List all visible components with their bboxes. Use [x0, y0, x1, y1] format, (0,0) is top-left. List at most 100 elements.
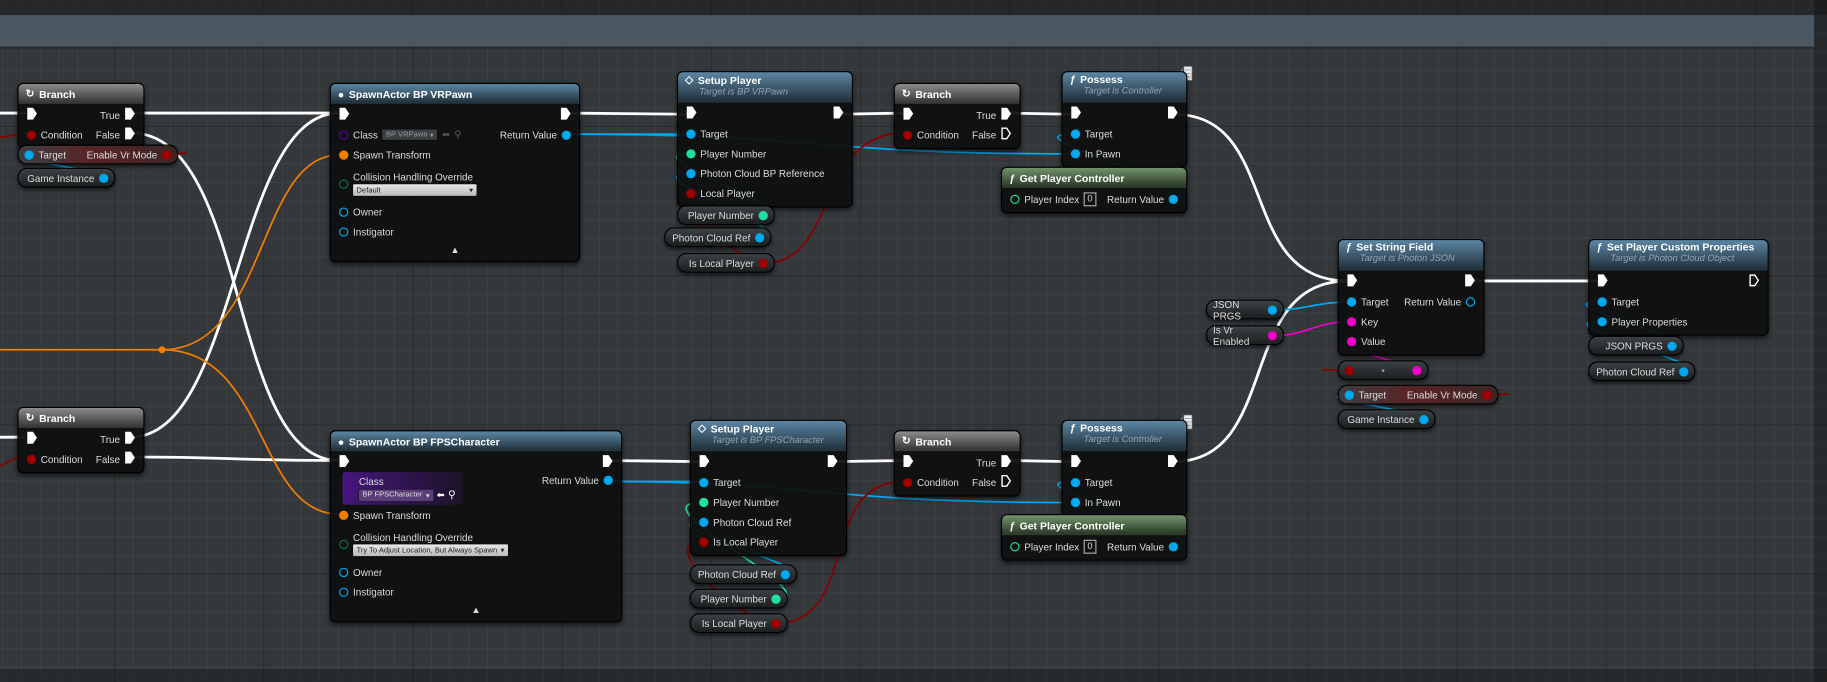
variable-set-setter-right[interactable]: Target Enable Vr Mode — [1337, 384, 1499, 405]
class-pin[interactable] — [344, 483, 355, 494]
exec-pin[interactable] — [903, 455, 914, 470]
class-pin[interactable] — [339, 129, 349, 140]
conversion-node-conv[interactable]: • — [1337, 360, 1429, 381]
exec-pin[interactable] — [827, 455, 838, 470]
variable-get-fps-pcr[interactable]: Photon Cloud Ref — [689, 564, 797, 585]
object-pin[interactable] — [686, 128, 696, 139]
object-pin[interactable] — [1070, 148, 1081, 158]
object-pin[interactable] — [1344, 389, 1354, 400]
enum-pin[interactable] — [339, 539, 349, 549]
exec-pin[interactable] — [1749, 274, 1760, 289]
exec-wire[interactable] — [566, 111, 689, 116]
transform-wire[interactable] — [161, 154, 340, 351]
object-pin[interactable] — [339, 226, 349, 237]
node-set-string[interactable]: ƒ Set String Field Target is Photon JSON Ta… — [1337, 238, 1485, 356]
string-pin[interactable] — [1412, 365, 1422, 375]
bool-pin[interactable] — [686, 188, 696, 198]
class-dropdown[interactable]: BP FPSCharacter ▾ — [358, 489, 434, 501]
exec-pin[interactable] — [1071, 455, 1081, 470]
class-dropdown[interactable]: BP VRPawn ▾ — [382, 129, 438, 140]
exec-pin[interactable] — [1465, 274, 1475, 289]
node-possess-vr[interactable]: ƒ Possess Target is Controller Target In Paw… — [1061, 71, 1188, 168]
exec-pin[interactable] — [686, 106, 697, 121]
node-possess-fps[interactable]: ƒ Possess Target is Controller Target In Paw… — [1061, 419, 1188, 517]
int-pin[interactable] — [1010, 194, 1020, 204]
node-header[interactable]: ◇ Setup Player Target is BP VRPawn — [678, 72, 852, 103]
int-pin[interactable] — [771, 593, 781, 604]
exec-pin[interactable] — [833, 106, 844, 121]
node-branch-bottom[interactable]: ↻ Branch True Condition False — [17, 406, 145, 474]
object-pin[interactable] — [1070, 477, 1081, 487]
exec-pin[interactable] — [1347, 274, 1358, 289]
object-pin[interactable] — [699, 517, 709, 527]
object-pin[interactable] — [755, 232, 765, 242]
object-pin[interactable] — [1346, 296, 1357, 307]
node-gpc-vr[interactable]: ƒ Get Player Controller Player Index 0 Retur… — [1000, 166, 1188, 214]
node-header[interactable]: ◇ Setup Player Target is BP FPSCharacter — [690, 420, 846, 452]
collision-dropdown[interactable]: Default ▾ — [353, 184, 477, 196]
use-selected-arrow-icon[interactable]: ⬅ — [437, 490, 445, 500]
node-header[interactable]: ƒ Get Player Controller — [1002, 515, 1187, 536]
object-pin[interactable] — [1679, 366, 1689, 376]
exec-pin[interactable] — [1167, 455, 1178, 470]
exec-pin[interactable] — [125, 107, 135, 122]
exec-wire[interactable] — [130, 131, 340, 462]
node-header[interactable]: ↻ Branch — [18, 83, 144, 104]
object-pin[interactable] — [1168, 541, 1179, 551]
exec-pin[interactable] — [560, 107, 571, 122]
browse-magnifier-icon[interactable]: ⚲ — [454, 128, 461, 141]
node-header[interactable]: ƒ Get Player Controller — [1002, 167, 1187, 188]
string-pin[interactable] — [1346, 316, 1357, 326]
variable-get-gi-right[interactable]: Game Instance — [1337, 409, 1436, 430]
node-gpc-fps[interactable]: ƒ Get Player Controller Player Index 0 Retur… — [1000, 514, 1188, 561]
bool-pin[interactable] — [771, 618, 781, 628]
exec-pin[interactable] — [903, 107, 914, 122]
variable-get-fps-ilp[interactable]: Is Local Player — [689, 613, 788, 634]
variable-get-vr-ilp[interactable]: Is Local Player — [676, 252, 775, 273]
node-header[interactable]: ƒ Possess Target is Controller — [1062, 72, 1187, 103]
transform-wire[interactable] — [161, 348, 340, 515]
exec-wire[interactable] — [130, 455, 340, 462]
enum-pin[interactable] — [339, 178, 349, 189]
object-pin[interactable] — [339, 567, 349, 577]
player-index-input[interactable]: 0 — [1083, 539, 1097, 554]
node-header[interactable]: ƒ Possess Target is Controller — [1062, 420, 1187, 452]
node-setup-vr[interactable]: ◇ Setup Player Target is BP VRPawn Target Pl… — [676, 71, 853, 208]
object-pin[interactable] — [1419, 414, 1429, 424]
object-pin[interactable] — [603, 475, 613, 485]
object-pin[interactable] — [780, 569, 791, 579]
exec-pin[interactable] — [125, 451, 135, 466]
bool-pin[interactable] — [903, 477, 913, 487]
exec-pin[interactable] — [602, 455, 613, 470]
object-pin[interactable] — [24, 149, 34, 160]
exec-pin[interactable] — [1167, 106, 1178, 121]
exec-wire[interactable] — [1173, 112, 1349, 283]
string-pin[interactable] — [1346, 336, 1357, 346]
exec-pin[interactable] — [125, 431, 135, 446]
object-pin[interactable] — [1267, 304, 1278, 315]
exec-pin[interactable] — [1001, 127, 1012, 142]
exec-pin[interactable] — [1597, 274, 1608, 289]
node-spawn-vr[interactable]: ● SpawnActor BP VRPawn Class BP VRPawn ▾ ⬅ ⚲ Re… — [329, 82, 581, 263]
variable-get-vr-pn[interactable]: Player Number — [676, 205, 775, 225]
node-header[interactable]: ↻ Branch — [894, 83, 1020, 104]
variable-get-pcr2[interactable]: Photon Cloud Ref — [1588, 361, 1696, 382]
object-pin[interactable] — [686, 168, 696, 178]
object-pin[interactable] — [99, 173, 109, 183]
collision-dropdown[interactable]: Try To Adjust Location, But Always Spawn… — [353, 544, 508, 557]
object-pin[interactable] — [1597, 296, 1607, 307]
exec-pin[interactable] — [1001, 474, 1012, 489]
int-pin[interactable] — [1010, 541, 1020, 551]
node-branch-fps[interactable]: ↻ Branch True Condition False — [893, 430, 1021, 497]
node-header[interactable]: ● SpawnActor BP FPSCharacter — [330, 431, 622, 452]
object-pin[interactable] — [561, 129, 571, 140]
collapse-arrow-button[interactable]: ▲ — [331, 602, 621, 618]
exec-pin[interactable] — [699, 455, 710, 470]
object-pin[interactable] — [1070, 497, 1081, 507]
object-pin[interactable] — [1465, 296, 1476, 307]
exec-pin[interactable] — [27, 107, 37, 122]
bool-pin[interactable] — [1482, 389, 1492, 400]
blueprint-graph-canvas[interactable]: ↻ Branch True Condition False ● SpawnActor BP … — [0, 0, 1827, 682]
variable-get-json2[interactable]: JSON PRGS — [1588, 335, 1684, 356]
bool-pin[interactable] — [26, 454, 37, 464]
